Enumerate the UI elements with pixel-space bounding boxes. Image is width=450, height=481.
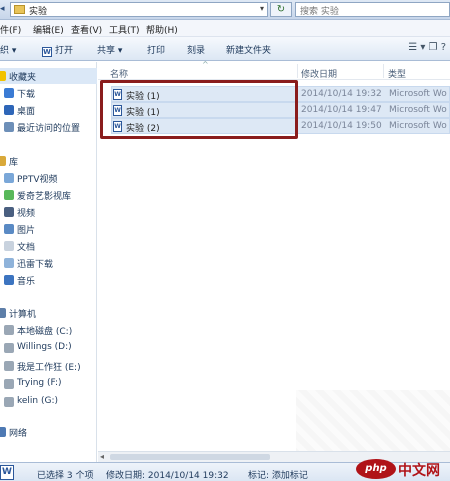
view-options-icon[interactable]: ☰ ▾ ❐ ? (408, 42, 446, 53)
watermark-text: 中文网 (398, 463, 440, 479)
sort-up-icon: ^ (202, 60, 209, 69)
search-input[interactable]: 搜索 实验 (295, 2, 450, 17)
search-placeholder: 搜索 实验 (300, 7, 339, 17)
file-type: Microsoft Wo (389, 89, 447, 99)
selection-count: 已选择 3 个项 (37, 471, 94, 481)
desktop-icon (4, 105, 14, 115)
scroll-thumb[interactable] (110, 454, 270, 460)
scroll-left-icon[interactable]: ◂ (100, 452, 104, 461)
tags-field[interactable]: 标记: 添加标记 (248, 468, 308, 481)
menu-view[interactable]: 查看(V) (71, 23, 102, 36)
address-input[interactable]: 实验 ▾ (10, 2, 268, 17)
music-icon (4, 275, 14, 285)
pictures-icon (4, 224, 14, 234)
share-button[interactable]: 共享 ▾ (97, 43, 122, 56)
sidebar-item-drive-f[interactable]: Trying (F:) (0, 376, 97, 392)
navigation-pane: 收藏夹 下载 桌面 最近访问的位置 库 PPTV视频 爱奇艺影视库 视频 图片 … (0, 62, 97, 462)
watermark: php 中文网 (356, 457, 450, 481)
menu-help[interactable]: 帮助(H) (146, 23, 178, 36)
download-icon (4, 88, 14, 98)
chevron-down-icon[interactable]: ▾ (260, 4, 264, 13)
new-folder-button[interactable]: 新建文件夹 (226, 43, 271, 56)
video-library-icon (4, 173, 14, 183)
burn-button[interactable]: 刻录 (187, 43, 205, 56)
sidebar-item-library[interactable]: 库 (0, 153, 97, 169)
video-library-icon (4, 190, 14, 200)
star-icon (0, 71, 6, 81)
command-bar: 织 ▾ W 打开 共享 ▾ 打印 刻录 新建文件夹 ☰ ▾ ❐ ? (0, 37, 450, 61)
column-name[interactable]: 名称 (110, 67, 128, 80)
sidebar-item-xunlei[interactable]: 迅雷下载 (0, 255, 97, 271)
sidebar-item-pptv[interactable]: PPTV视频 (0, 170, 97, 186)
sidebar-item-downloads[interactable]: 下载 (0, 85, 97, 101)
recent-places-icon (4, 122, 14, 132)
drive-icon (4, 325, 14, 335)
word-doc-icon: W (0, 465, 14, 480)
sidebar-item-music[interactable]: 音乐 (0, 272, 97, 288)
sidebar-item-drive-c[interactable]: 本地磁盘 (C:) (0, 322, 97, 338)
sidebar-item-drive-g[interactable]: kelin (G:) (0, 394, 97, 410)
downloads-library-icon (4, 258, 14, 268)
sidebar-item-favorites[interactable]: 收藏夹 (0, 68, 97, 84)
breadcrumb[interactable]: 实验 (29, 4, 47, 17)
file-date: 2014/10/14 19:32 (301, 89, 382, 99)
sidebar-item-network[interactable]: 网络 (0, 424, 97, 440)
library-icon (0, 156, 6, 166)
file-type: Microsoft Wo (389, 121, 447, 131)
column-header: ^ 名称 修改日期 类型 (98, 60, 450, 80)
modified-date: 修改日期: 2014/10/14 19:32 (106, 471, 229, 481)
word-icon: W (42, 47, 52, 57)
open-button[interactable]: W 打开 (42, 43, 73, 57)
network-icon (0, 427, 6, 437)
menu-edit[interactable]: 编辑(E) (33, 23, 64, 36)
sidebar-item-recent[interactable]: 最近访问的位置 (0, 119, 97, 135)
sidebar-item-documents[interactable]: 文档 (0, 238, 97, 254)
file-date: 2014/10/14 19:50 (301, 121, 382, 131)
sidebar-item-drive-e[interactable]: 我是工作狂 (E:) (0, 358, 97, 374)
php-logo: php (356, 459, 396, 479)
column-type[interactable]: 类型 (388, 67, 406, 80)
documents-icon (4, 241, 14, 251)
sidebar-item-iqiyi[interactable]: 爱奇艺影视库 (0, 187, 97, 203)
menu-file[interactable]: 件(F) (0, 23, 21, 36)
back-arrow-icon[interactable]: ◂ (0, 2, 10, 16)
organize-button[interactable]: 织 ▾ (0, 43, 16, 56)
drive-icon (4, 343, 14, 353)
print-button[interactable]: 打印 (147, 43, 165, 56)
videos-icon (4, 207, 14, 217)
watermark-pattern (296, 390, 450, 456)
drive-icon (4, 397, 14, 407)
folder-icon (14, 5, 25, 14)
sidebar-item-computer[interactable]: 计算机 (0, 305, 97, 321)
sidebar-item-pictures[interactable]: 图片 (0, 221, 97, 237)
address-bar-area: ◂ 实验 ▾ ↻ 搜索 实验 (0, 0, 450, 20)
sidebar-item-desktop[interactable]: 桌面 (0, 102, 97, 118)
sidebar-item-drive-d[interactable]: Willings (D:) (0, 340, 97, 356)
computer-icon (0, 308, 6, 318)
drive-icon (4, 361, 14, 371)
file-type: Microsoft Wo (389, 105, 447, 115)
refresh-button[interactable]: ↻ (270, 2, 292, 17)
highlight-box (100, 80, 298, 139)
open-label: 打开 (55, 46, 74, 56)
column-date[interactable]: 修改日期 (301, 67, 337, 80)
file-date: 2014/10/14 19:47 (301, 105, 382, 115)
menu-bar: 件(F) 编辑(E) 查看(V) 工具(T) 帮助(H) (0, 20, 450, 37)
sidebar-item-videos[interactable]: 视频 (0, 204, 97, 220)
drive-icon (4, 379, 14, 389)
menu-tools[interactable]: 工具(T) (109, 23, 140, 36)
